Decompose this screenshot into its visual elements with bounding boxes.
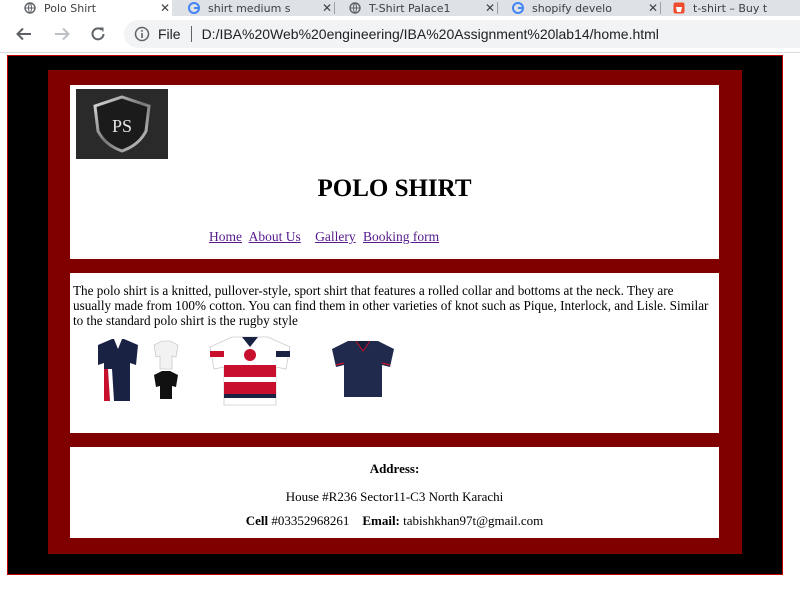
tab-title: T-Shirt Palace1 (369, 1, 451, 15)
tab-polo-shirt[interactable]: Polo Shirt ✕ (0, 0, 172, 16)
nav-link-about-us[interactable]: About Us (249, 229, 301, 244)
tab-title: Polo Shirt (44, 1, 97, 15)
tab-title: shopify develo (532, 1, 612, 15)
site-logo: PS (76, 89, 168, 159)
scheme-label: File (158, 26, 181, 42)
page-outer-container: PS POLO SHIRT Home About Us Gallery Book… (7, 55, 783, 575)
address-label: Address: (369, 461, 420, 476)
description-text: The polo shirt is a knitted, pullover-st… (73, 283, 709, 328)
tab-strip: Polo Shirt ✕ shirt medium s ✕ T-Shirt Pa… (0, 0, 800, 16)
tab-title: shirt medium s (208, 1, 291, 15)
globe-icon (349, 2, 361, 14)
tab-buy-tshirt[interactable]: t-shirt – Buy t (661, 0, 800, 16)
info-icon[interactable] (134, 26, 150, 42)
polo-shirt-image-3 (332, 340, 394, 397)
nav-link-gallery[interactable]: Gallery (315, 229, 355, 244)
email-address: tabishkhan97t@gmail.com (403, 513, 544, 528)
reload-icon (91, 27, 105, 41)
nav-link-home[interactable]: Home (209, 229, 242, 244)
shield-icon: PS (93, 95, 151, 153)
browser-toolbar: File D:/IBA%20Web%20engineering/IBA%20As… (0, 16, 800, 53)
main-nav: Home About Us Gallery Booking form (209, 229, 443, 245)
close-icon[interactable]: ✕ (320, 1, 334, 15)
url-text[interactable]: D:/IBA%20Web%20engineering/IBA%20Assignm… (202, 26, 659, 42)
store-icon (673, 2, 685, 14)
polo-shirts-image-1 (98, 339, 179, 401)
back-button[interactable] (12, 22, 36, 46)
page-title: POLO SHIRT (317, 175, 472, 202)
tab-shopify-develo[interactable]: shopify develo ✕ (498, 0, 660, 16)
google-icon (188, 2, 200, 14)
content-section: The polo shirt is a knitted, pullover-st… (70, 273, 719, 433)
cell-label: Cell (245, 513, 269, 528)
email-label: Email: (362, 513, 400, 528)
close-icon[interactable]: ✕ (158, 1, 172, 15)
logo-text: PS (112, 116, 132, 136)
header-section: PS POLO SHIRT Home About Us Gallery Book… (70, 85, 719, 259)
tab-title: t-shirt – Buy t (693, 1, 768, 15)
omnibox-divider (190, 26, 192, 42)
address-bar[interactable]: File D:/IBA%20Web%20engineering/IBA%20As… (124, 20, 800, 48)
arrow-right-icon (55, 27, 70, 41)
footer-section: Address: House #R236 Sector11-C3 North K… (70, 447, 719, 538)
cell-number: #03352968261 (271, 513, 350, 528)
page-viewport: PS POLO SHIRT Home About Us Gallery Book… (0, 53, 800, 600)
google-icon (512, 2, 524, 14)
forward-button[interactable] (50, 22, 74, 46)
page-frame: PS POLO SHIRT Home About Us Gallery Book… (48, 70, 742, 554)
arrow-left-icon (16, 27, 31, 41)
reload-button[interactable] (86, 22, 110, 46)
globe-icon (24, 2, 36, 14)
close-icon[interactable]: ✕ (646, 1, 660, 15)
address-text: House #R236 Sector11-C3 North Karachi (285, 489, 504, 504)
polo-shirt-image-2 (209, 336, 291, 406)
contact-line: Cell #03352968261 Email: tabishkhan97t@g… (70, 513, 719, 529)
tab-tshirt-palace[interactable]: T-Shirt Palace1 ✕ (335, 0, 497, 16)
nav-link-booking-form[interactable]: Booking form (363, 229, 439, 244)
tab-shirt-medium[interactable]: shirt medium s ✕ (172, 0, 334, 16)
close-icon[interactable]: ✕ (483, 1, 497, 15)
